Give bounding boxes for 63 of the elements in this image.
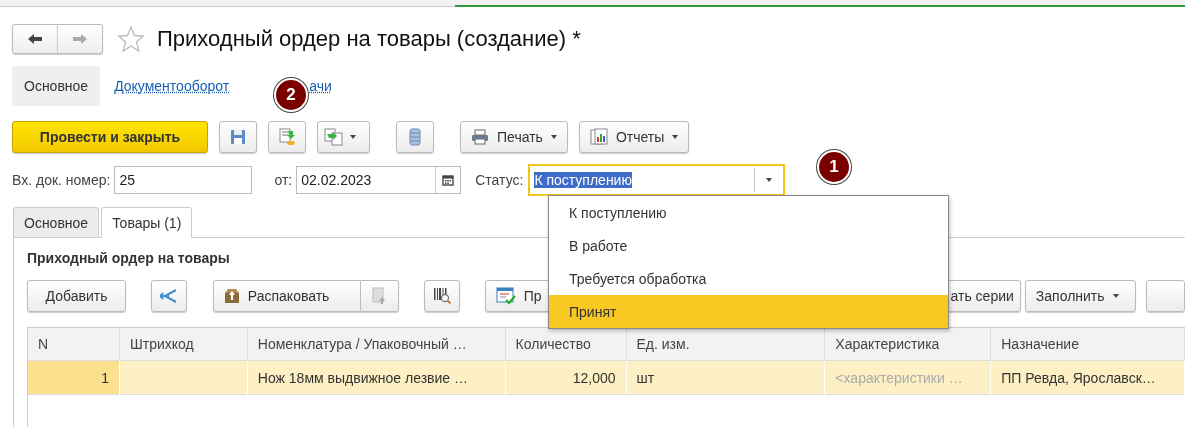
section-link[interactable]: ачи bbox=[309, 78, 332, 94]
table-cell: ПП Ревда, Ярославск… bbox=[991, 361, 1185, 395]
document-arrow-icon bbox=[278, 128, 296, 146]
tab[interactable]: Товары (1) bbox=[101, 207, 193, 238]
dropdown-option[interactable]: К поступлению bbox=[549, 196, 948, 229]
field-label: Статус: bbox=[475, 172, 524, 188]
documents-arrow-icon bbox=[324, 128, 344, 146]
pack-button[interactable] bbox=[360, 280, 399, 312]
back-button[interactable] bbox=[12, 24, 58, 54]
table-cell: шт bbox=[626, 361, 826, 395]
box-icon bbox=[223, 288, 240, 304]
callout-badge: 2 bbox=[274, 78, 308, 112]
star-icon[interactable] bbox=[117, 25, 145, 53]
section-tab[interactable]: Основное bbox=[12, 66, 101, 106]
window-title: Приходный ордер на товары (создание) * bbox=[157, 26, 581, 52]
toolbar-button[interactable] bbox=[1146, 280, 1185, 312]
checklist-icon bbox=[495, 287, 516, 305]
column-header[interactable]: Характеристика bbox=[825, 328, 992, 361]
calendar-icon bbox=[442, 174, 455, 186]
section-heading: Приходный ордер на товары bbox=[27, 250, 231, 268]
field-label: от: bbox=[274, 172, 293, 188]
print-button[interactable]: Печать bbox=[460, 121, 568, 153]
barcode-search-button[interactable] bbox=[423, 280, 460, 312]
post-and-close-button[interactable]: Провести и закрыть bbox=[12, 121, 208, 153]
status-dropdown[interactable]: К поступлению bbox=[528, 164, 786, 196]
table-cell: Нож 18мм выдвижное лезвие … bbox=[247, 361, 506, 395]
unpack-button[interactable]: Распаковать bbox=[212, 280, 361, 312]
table-cell: 1 bbox=[28, 361, 120, 395]
caret-icon bbox=[550, 135, 557, 139]
save-button[interactable] bbox=[219, 121, 257, 153]
post-button[interactable] bbox=[268, 121, 306, 153]
table-cell: 12,000 bbox=[505, 361, 627, 395]
reports-button[interactable]: Отчеты bbox=[578, 121, 690, 153]
tab[interactable]: Основное bbox=[13, 207, 100, 237]
structure-button[interactable] bbox=[396, 121, 434, 153]
date-field[interactable]: 02.02.2023 bbox=[296, 166, 462, 194]
column-header[interactable]: Штрихкод bbox=[119, 328, 248, 361]
back-arrow-icon bbox=[27, 33, 43, 45]
column-header[interactable]: Количество bbox=[505, 328, 627, 361]
caret-icon bbox=[672, 135, 679, 139]
caret-icon bbox=[350, 135, 356, 139]
column-header[interactable]: Ед. изм. bbox=[626, 328, 826, 361]
callout-badge: 1 bbox=[817, 150, 851, 184]
printer-icon bbox=[471, 129, 489, 145]
barcode-magnifier-icon bbox=[431, 287, 452, 305]
field-label: Вх. док. номер: bbox=[12, 172, 111, 188]
chart-document-icon bbox=[589, 128, 608, 146]
column-header[interactable]: N bbox=[28, 328, 120, 361]
add-button[interactable]: Добавить bbox=[27, 280, 127, 312]
forward-arrow-icon bbox=[72, 33, 88, 45]
caret-icon bbox=[766, 178, 773, 182]
table-cell: <характеристики … bbox=[825, 361, 992, 395]
fill-button[interactable]: Заполнить bbox=[1024, 280, 1137, 312]
column-header[interactable]: Номенклатура / Упаковочный … bbox=[247, 328, 506, 361]
dropdown-option[interactable]: В работе bbox=[549, 229, 948, 262]
branch-button[interactable] bbox=[151, 280, 187, 312]
caret-icon bbox=[1112, 294, 1119, 298]
column-header[interactable]: Назначение bbox=[991, 328, 1185, 361]
document-number-field[interactable]: 25 bbox=[114, 166, 253, 194]
dropdown-option[interactable]: Принят bbox=[549, 295, 948, 328]
section-link[interactable]: Документооборот bbox=[114, 78, 230, 94]
related-documents-button[interactable] bbox=[317, 121, 370, 153]
list-icon bbox=[409, 128, 421, 146]
